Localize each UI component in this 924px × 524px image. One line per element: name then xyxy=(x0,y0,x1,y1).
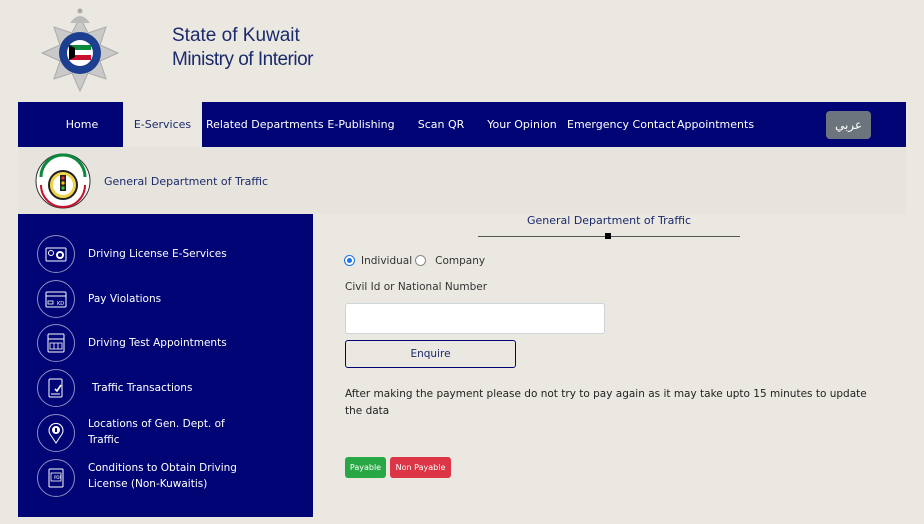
department-title: General Department of Traffic xyxy=(104,175,269,188)
svg-text:PDF: PDF xyxy=(54,475,62,480)
nav-related-departments[interactable]: Related Departments xyxy=(206,102,324,147)
civil-id-label: Civil Id or National Number xyxy=(345,281,488,293)
language-toggle-button[interactable]: عربي xyxy=(826,111,871,139)
brand-line-2: Ministry of Interior xyxy=(172,49,313,70)
sidebar-item-label: Driving License E-Services xyxy=(88,248,227,260)
brand-line-1: State of Kuwait xyxy=(172,25,300,46)
ministry-brand: State of Kuwait Ministry of Interior xyxy=(172,24,313,72)
radio-company-label[interactable]: Company xyxy=(435,255,485,267)
department-bar: General Department of Traffic xyxy=(18,147,906,214)
calendar-icon xyxy=(37,324,75,362)
sidebar-item-label: Conditions to Obtain Driving License (No… xyxy=(88,462,237,490)
location-pin-icon xyxy=(37,414,75,452)
radio-company[interactable] xyxy=(415,255,427,266)
radio-individual[interactable] xyxy=(344,255,355,266)
sidebar-item-label: Pay Violations xyxy=(88,293,162,305)
sidebar-item-label: Locations of Gen. Dept. of Traffic xyxy=(88,418,225,446)
kuwait-police-logo-icon[interactable] xyxy=(36,3,124,97)
license-card-icon xyxy=(37,235,75,273)
nav-scan-qr[interactable]: Scan QR xyxy=(412,102,470,147)
nav-your-opinion[interactable]: Your Opinion xyxy=(486,102,558,147)
sidebar-item-driving-license-e-services[interactable]: Driving License E-Services xyxy=(18,232,313,276)
customer-type-radio-group: Individual Company xyxy=(344,255,488,267)
enquire-button[interactable]: Enquire xyxy=(345,340,516,368)
nav-appointments[interactable]: Appointments xyxy=(677,102,754,147)
traffic-department-logo-icon xyxy=(35,153,91,209)
nav-home[interactable]: Home xyxy=(34,102,130,147)
document-check-icon xyxy=(37,369,75,407)
sidebar-item-locations[interactable]: Locations of Gen. Dept. of Traffic xyxy=(18,411,313,455)
sidebar-item-conditions-non-kuwaitis[interactable]: PDF Conditions to Obtain Driving License… xyxy=(18,456,313,500)
nav-e-publishing[interactable]: E-Publishing xyxy=(321,102,401,147)
sidebar-item-label: Driving Test Appointments xyxy=(88,337,227,349)
site-header: State of Kuwait Ministry of Interior xyxy=(0,0,924,102)
sidebar-item-label: Traffic Transactions xyxy=(92,382,193,394)
svg-text:KD: KD xyxy=(57,301,64,307)
kd-card-icon: KD xyxy=(37,280,75,318)
non-payable-badge: Non Payable xyxy=(390,457,451,478)
radio-individual-label[interactable]: Individual xyxy=(361,255,412,267)
title-divider-marker xyxy=(605,233,611,239)
sidebar-item-traffic-transactions[interactable]: Traffic Transactions xyxy=(18,366,313,410)
nav-e-services[interactable]: E-Services xyxy=(123,102,202,147)
services-sidebar: Driving License E-Services KD Pay Violat… xyxy=(18,214,313,517)
payable-badge: Payable xyxy=(345,457,386,478)
section-title: General Department of Traffic xyxy=(526,214,692,227)
nav-emergency-contact[interactable]: Emergency Contact xyxy=(567,102,675,147)
sidebar-item-driving-test-appointments[interactable]: Driving Test Appointments xyxy=(18,321,313,365)
payment-notice: After making the payment please do not t… xyxy=(345,388,867,417)
pdf-document-icon: PDF xyxy=(37,459,75,497)
sidebar-item-pay-violations[interactable]: KD Pay Violations xyxy=(18,277,313,321)
main-nav: Home E-Services Related Departments E-Pu… xyxy=(18,102,906,147)
civil-id-input[interactable] xyxy=(345,303,605,334)
